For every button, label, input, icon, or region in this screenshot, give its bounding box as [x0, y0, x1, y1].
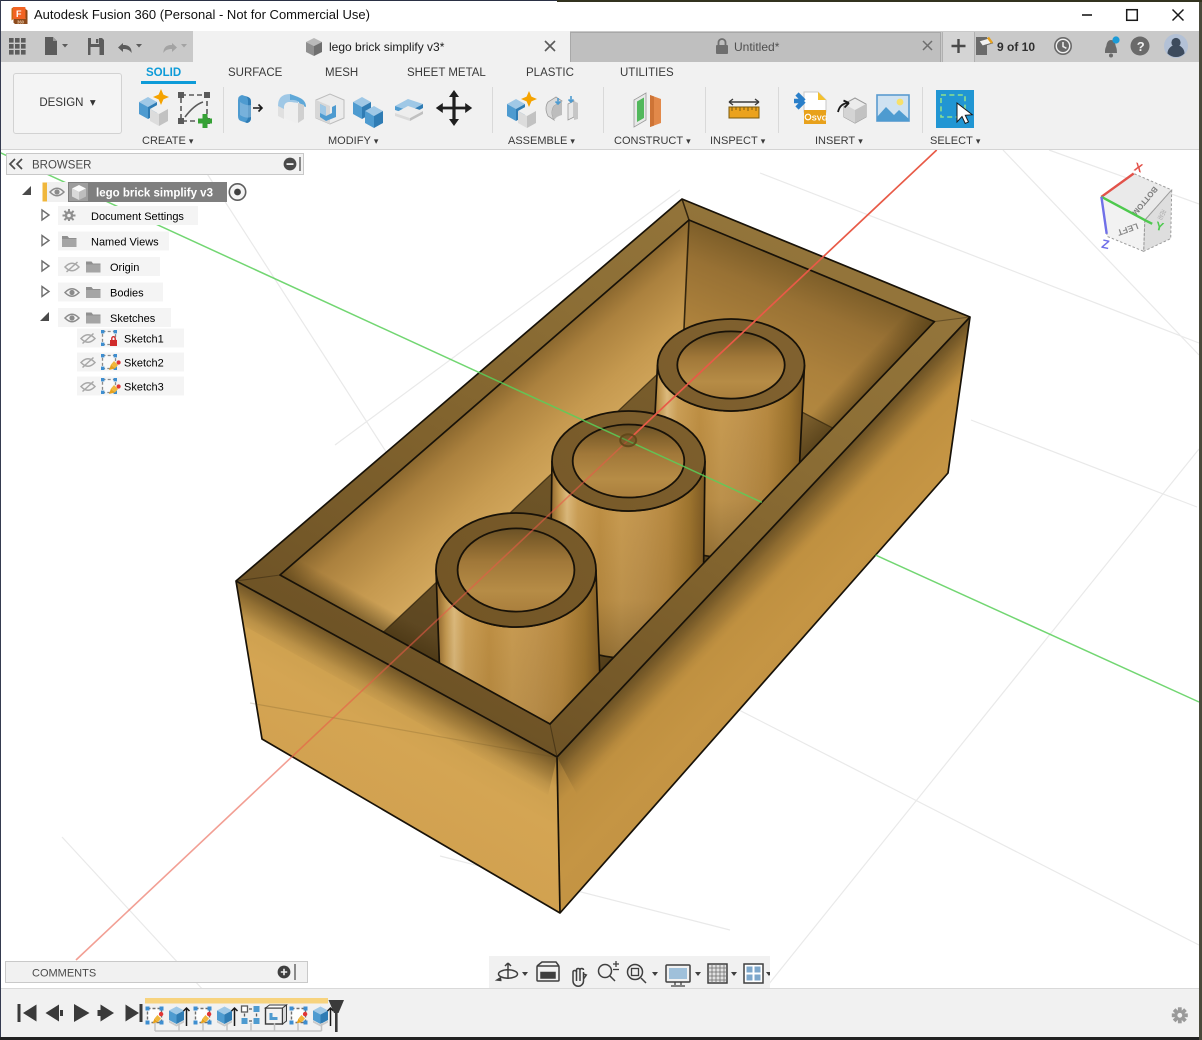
svg-text:Sketch1: Sketch1: [124, 334, 164, 346]
svg-text:lego brick simplify v3: lego brick simplify v3: [96, 188, 213, 200]
svg-text:Sketches: Sketches: [110, 313, 156, 325]
svg-text:Bodies: Bodies: [110, 288, 144, 300]
svg-text:lego brick simplify v3*: lego brick simplify v3*: [329, 40, 445, 54]
svg-text:Origin: Origin: [110, 262, 139, 274]
svg-text:Untitled*: Untitled*: [734, 40, 780, 54]
svg-text:Document Settings: Document Settings: [91, 211, 184, 223]
svg-text:9 of 10: 9 of 10: [997, 40, 1035, 54]
svg-text:COMMENTS: COMMENTS: [32, 968, 96, 980]
svg-text:360: 360: [17, 20, 25, 25]
svg-text:Named Views: Named Views: [91, 237, 159, 249]
svg-text:F: F: [16, 9, 22, 19]
svg-text:Sketch3: Sketch3: [124, 382, 164, 394]
svg-text:SVG: SVG: [812, 114, 828, 123]
svg-text:Z: Z: [1100, 237, 1111, 252]
svg-text:?: ?: [1137, 39, 1145, 54]
svg-text:Sketch2: Sketch2: [124, 358, 164, 370]
svg-text:X: X: [1132, 160, 1144, 176]
svg-text:BROWSER: BROWSER: [32, 160, 91, 172]
